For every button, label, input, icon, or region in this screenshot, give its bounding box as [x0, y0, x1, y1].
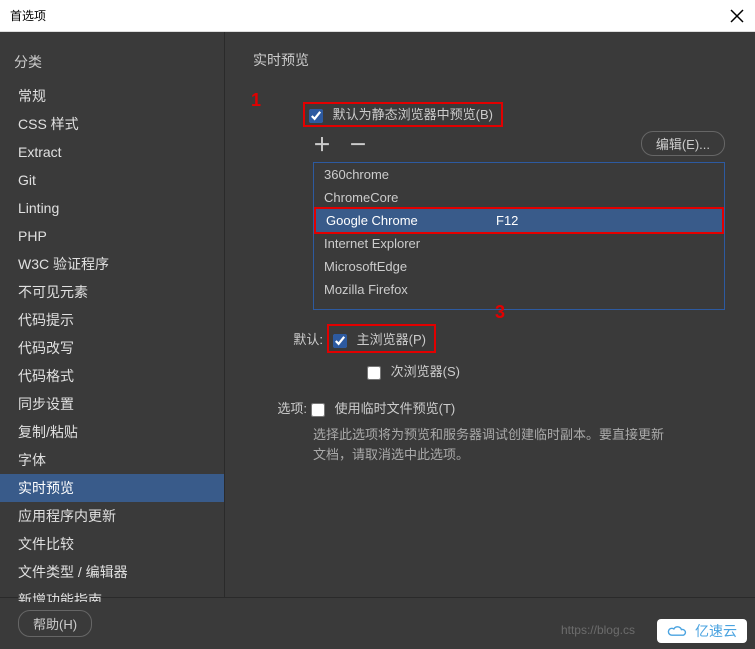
url-watermark: https://blog.cs — [561, 623, 635, 637]
browser-item[interactable]: ChromeCore — [314, 186, 724, 209]
titlebar: 首选项 — [0, 0, 755, 32]
close-icon[interactable] — [729, 8, 745, 24]
secondary-browser-checkbox[interactable]: 次浏览器(S) — [367, 361, 460, 380]
default-label: 默认: — [285, 329, 323, 348]
brand-watermark: 亿速云 — [657, 619, 747, 643]
sidebar-item[interactable]: PHP — [0, 222, 224, 250]
primary-browser-checkbox[interactable]: 主浏览器(P) — [327, 324, 436, 353]
edit-button[interactable]: 编辑(E)... — [641, 131, 725, 156]
sidebar-item[interactable]: 常规 — [0, 82, 224, 110]
sidebar-item[interactable]: 文件比较 — [0, 530, 224, 558]
help-button[interactable]: 帮助(H) — [18, 610, 92, 637]
sidebar-item[interactable]: 同步设置 — [0, 390, 224, 418]
primary-browser-input[interactable] — [333, 334, 347, 348]
browser-listbox[interactable]: 360chromeChromeCoreGoogle ChromeF12Inter… — [313, 162, 725, 310]
sidebar-item[interactable]: CSS 样式 — [0, 110, 224, 138]
content-pane: 实时预览 1 默认为静态浏览器中预览(B) ＋ － 编辑(E)... 2 360… — [225, 32, 755, 597]
browser-item[interactable]: Mozilla Firefox — [314, 278, 724, 301]
temp-file-preview-checkbox[interactable]: 使用临时文件预览(T) — [311, 398, 455, 417]
primary-browser-label: 主浏览器(P) — [357, 332, 426, 347]
browser-item[interactable]: Google ChromeF12 — [314, 207, 724, 234]
sidebar-item[interactable]: 代码提示 — [0, 306, 224, 334]
sidebar-item[interactable]: 实时预览 — [0, 474, 224, 502]
sidebar-item[interactable]: W3C 验证程序 — [0, 250, 224, 278]
sidebar-item[interactable]: 字体 — [0, 446, 224, 474]
sidebar-item[interactable]: 文件类型 / 编辑器 — [0, 558, 224, 586]
window-title: 首选项 — [10, 7, 46, 24]
remove-browser-button[interactable]: － — [349, 135, 367, 153]
sidebar-item[interactable]: 复制/粘贴 — [0, 418, 224, 446]
footer: 帮助(H) — [0, 597, 755, 649]
browser-item[interactable]: Internet Explorer — [314, 232, 724, 255]
sidebar-item[interactable]: 应用程序内更新 — [0, 502, 224, 530]
default-static-preview-checkbox[interactable]: 默认为静态浏览器中预览(B) — [303, 102, 503, 127]
sidebar: 分类 常规CSS 样式ExtractGitLintingPHPW3C 验证程序不… — [0, 32, 225, 597]
sidebar-item[interactable]: 新增功能指南 — [0, 586, 224, 602]
sidebar-label: 分类 — [0, 50, 224, 82]
default-static-preview-input[interactable] — [309, 109, 323, 123]
sidebar-item[interactable]: Linting — [0, 194, 224, 222]
annotation-1: 1 — [251, 90, 261, 111]
browser-item[interactable]: MicrosoftEdge — [314, 255, 724, 278]
temp-file-preview-label: 使用临时文件预览(T) — [335, 401, 456, 416]
add-browser-button[interactable]: ＋ — [313, 135, 331, 153]
sidebar-item[interactable]: Extract — [0, 138, 224, 166]
help-text: 选择此选项将为预览和服务器调试创建临时副本。要直接更新文档，请取消选中此选项。 — [313, 425, 673, 465]
category-list: 常规CSS 样式ExtractGitLintingPHPW3C 验证程序不可见元… — [0, 82, 224, 602]
sidebar-item[interactable]: 代码改写 — [0, 334, 224, 362]
sidebar-item[interactable]: Git — [0, 166, 224, 194]
annotation-3: 3 — [495, 302, 505, 323]
secondary-browser-input[interactable] — [367, 366, 381, 380]
options-label: 选项: — [253, 398, 307, 417]
sidebar-item[interactable]: 不可见元素 — [0, 278, 224, 306]
cloud-icon — [667, 623, 689, 639]
section-title: 实时预览 — [253, 50, 739, 70]
browser-item[interactable]: 360chrome — [314, 163, 724, 186]
secondary-browser-label: 次浏览器(S) — [391, 364, 460, 379]
temp-file-preview-input[interactable] — [311, 403, 325, 417]
sidebar-item[interactable]: 代码格式 — [0, 362, 224, 390]
default-static-preview-label: 默认为静态浏览器中预览(B) — [333, 107, 493, 122]
